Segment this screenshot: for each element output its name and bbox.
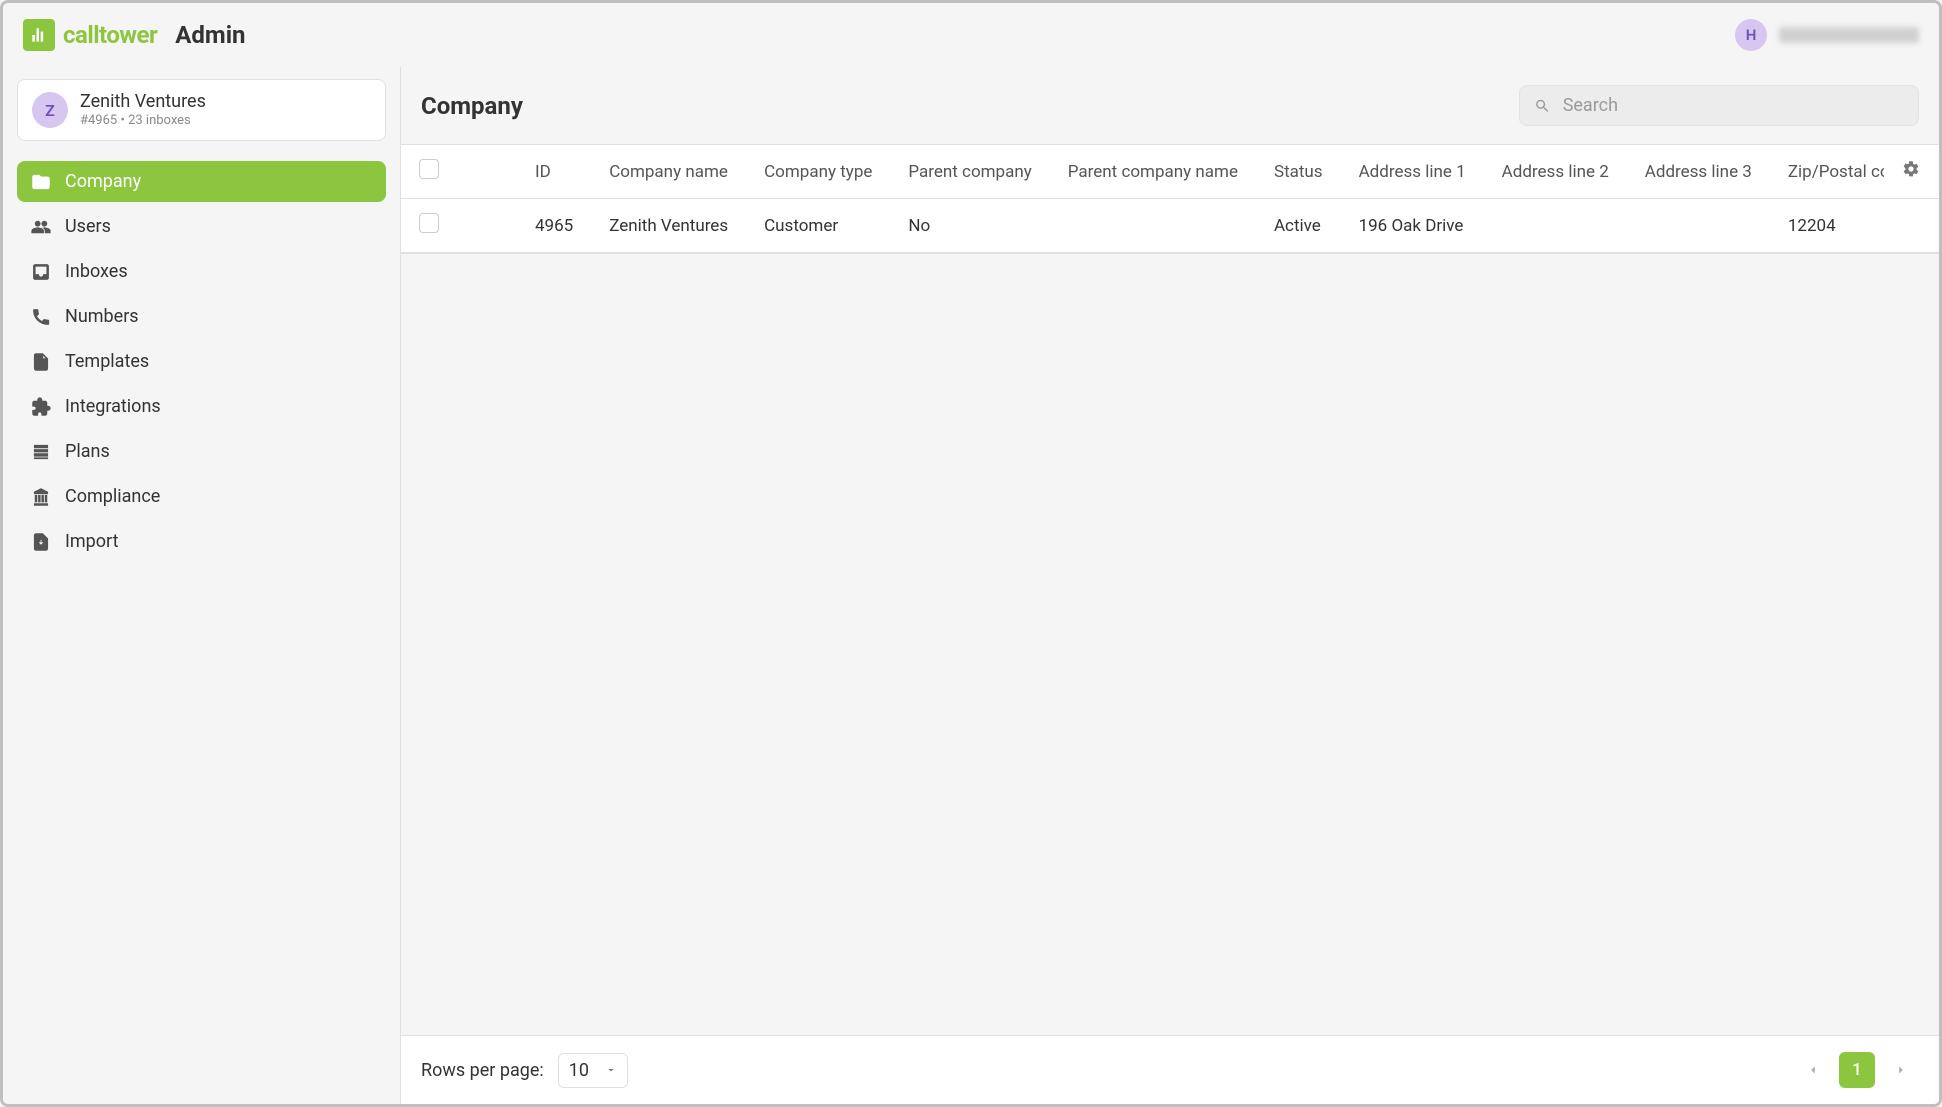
col-parent-company[interactable]: Parent company: [890, 145, 1049, 199]
content-header: Company: [401, 67, 1939, 144]
rows-per-page-label: Rows per page:: [421, 1060, 544, 1081]
search-field[interactable]: [1519, 85, 1919, 126]
sidebar-item-label: Compliance: [65, 486, 160, 507]
sidebar-item-label: Numbers: [65, 306, 139, 327]
logo-icon: [29, 25, 49, 45]
sidebar-item-label: Company: [65, 171, 141, 192]
cell-address1: 196 Oak Drive: [1341, 199, 1484, 253]
row-checkbox[interactable]: [419, 213, 439, 233]
phone-icon: [31, 307, 51, 327]
sidebar-item-label: Plans: [65, 441, 110, 462]
org-avatar: Z: [32, 92, 68, 128]
sidebar-item-inboxes[interactable]: Inboxes: [17, 251, 386, 292]
cell-parent-company: No: [890, 199, 1049, 253]
sidebar-item-label: Integrations: [65, 396, 161, 417]
next-page-button[interactable]: [1883, 1052, 1919, 1088]
sidebar-item-numbers[interactable]: Numbers: [17, 296, 386, 337]
org-card[interactable]: Z Zenith Ventures #4965 • 23 inboxes: [17, 79, 386, 141]
col-company-type[interactable]: Company type: [746, 145, 890, 199]
sidebar-item-compliance[interactable]: Compliance: [17, 476, 386, 517]
select-all-checkbox[interactable]: [419, 159, 439, 179]
cell-status: Active: [1256, 199, 1341, 253]
rows-per-page-value: 10: [569, 1060, 589, 1081]
table-settings-button[interactable]: [1885, 145, 1940, 199]
file-icon: [31, 352, 51, 372]
prev-page-button[interactable]: [1795, 1052, 1831, 1088]
company-table: ID Company name Company type Parent comp…: [401, 144, 1939, 254]
cell-company-name: Zenith Ventures: [591, 199, 746, 253]
chevron-left-icon: [1806, 1063, 1820, 1077]
sidebar: Z Zenith Ventures #4965 • 23 inboxes Com…: [3, 67, 401, 1104]
sidebar-item-company[interactable]: Company: [17, 161, 386, 202]
cell-parent-company-name: [1050, 199, 1256, 253]
page-title: Company: [421, 92, 523, 120]
sidebar-item-import[interactable]: Import: [17, 521, 386, 562]
sidebar-item-label: Templates: [65, 351, 149, 372]
col-id[interactable]: ID: [517, 145, 591, 199]
cell-address2: [1484, 199, 1627, 253]
search-input[interactable]: [1561, 94, 1904, 117]
folder-icon: [31, 172, 51, 192]
user-name-blurred: [1779, 27, 1919, 43]
pagination: 1: [1795, 1052, 1919, 1088]
rows-per-page-select[interactable]: 10: [558, 1053, 628, 1088]
brand-name: calltower: [63, 21, 157, 49]
main-content: Company ID Company name Company: [401, 67, 1939, 1104]
admin-label: Admin: [175, 21, 245, 49]
sidebar-item-plans[interactable]: Plans: [17, 431, 386, 472]
col-address1[interactable]: Address line 1: [1341, 145, 1484, 199]
upload-icon: [31, 532, 51, 552]
col-address3[interactable]: Address line 3: [1627, 145, 1770, 199]
cell-company-type: Customer: [746, 199, 890, 253]
users-icon: [31, 217, 51, 237]
sidebar-item-templates[interactable]: Templates: [17, 341, 386, 382]
sidebar-item-label: Users: [65, 216, 111, 237]
topbar: calltower Admin H: [3, 3, 1939, 67]
org-name: Zenith Ventures: [80, 90, 206, 113]
chevron-down-icon: [605, 1064, 617, 1076]
org-meta: #4965 • 23 inboxes: [80, 113, 206, 130]
col-parent-company-name[interactable]: Parent company name: [1050, 145, 1256, 199]
page-number-current[interactable]: 1: [1839, 1052, 1875, 1088]
col-company-name[interactable]: Company name: [591, 145, 746, 199]
search-icon: [1534, 97, 1551, 115]
col-address2[interactable]: Address line 2: [1484, 145, 1627, 199]
gear-icon: [1903, 160, 1921, 178]
col-status[interactable]: Status: [1256, 145, 1341, 199]
list-icon: [31, 442, 51, 462]
cell-id: 4965: [517, 199, 591, 253]
table-footer: Rows per page: 10 1: [401, 1035, 1939, 1104]
brand-logo[interactable]: [23, 19, 55, 51]
sidebar-item-label: Inboxes: [65, 261, 128, 282]
sidebar-item-label: Import: [65, 531, 118, 552]
table-row[interactable]: 4965 Zenith Ventures Customer No Active …: [401, 199, 1939, 253]
puzzle-icon: [31, 397, 51, 417]
sidebar-nav: Company Users Inboxes: [17, 161, 386, 562]
sidebar-item-integrations[interactable]: Integrations: [17, 386, 386, 427]
table-header-row: ID Company name Company type Parent comp…: [401, 145, 1939, 199]
cell-address3: [1627, 199, 1770, 253]
sidebar-item-users[interactable]: Users: [17, 206, 386, 247]
chevron-right-icon: [1894, 1063, 1908, 1077]
user-avatar[interactable]: H: [1735, 19, 1767, 51]
inbox-icon: [31, 262, 51, 282]
balance-icon: [31, 487, 51, 507]
